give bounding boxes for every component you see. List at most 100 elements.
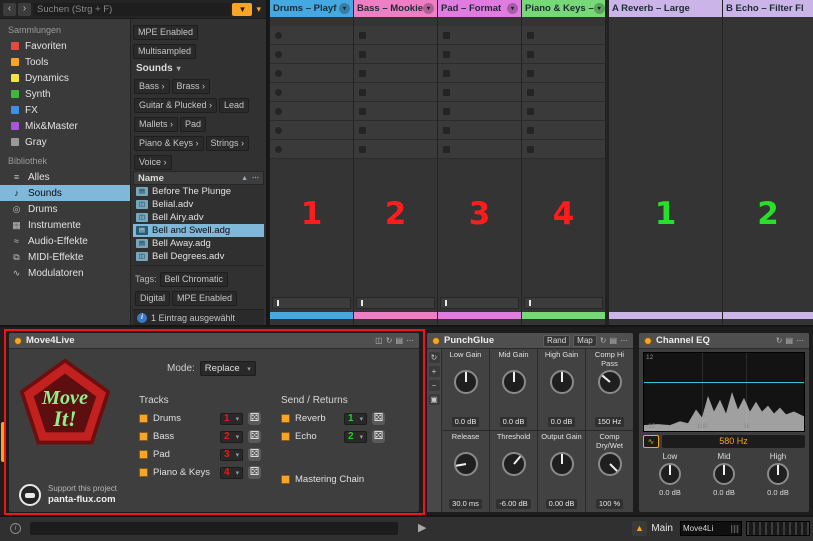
device-title-bar[interactable]: Move4Live ◫ ↻ ▤ ⋯ (9, 333, 419, 349)
filter-tag-brass[interactable]: Brass › (172, 79, 211, 94)
save-icon[interactable]: ▤ (785, 336, 793, 345)
chevron-down-icon[interactable]: ▾ (507, 3, 518, 14)
track-status-display[interactable] (524, 297, 603, 309)
clip-slot[interactable] (354, 102, 437, 121)
support-link[interactable]: panta-flux.com (48, 494, 117, 506)
clip-slot[interactable] (354, 26, 437, 45)
release-knob[interactable] (454, 452, 478, 476)
comp-dry-wet-knob[interactable] (598, 452, 622, 476)
clip-slot[interactable] (438, 83, 521, 102)
sidebar-item-modulatoren[interactable]: ∿Modulatoren (0, 265, 130, 281)
device-title-bar[interactable]: Channel EQ ↻ ▤ ⋯ (639, 333, 809, 349)
file-row[interactable]: ◫Belial.adv (133, 198, 264, 211)
sidebar-item-alles[interactable]: ≡Alles (0, 169, 130, 185)
clip-slot[interactable] (270, 26, 353, 45)
minus-icon[interactable]: − (429, 380, 440, 391)
clip-slot[interactable] (522, 26, 605, 45)
filter-toggle-mpe-enabled[interactable]: MPE Enabled (133, 25, 198, 40)
file-row[interactable]: ▤Bell Away.adg (133, 237, 264, 250)
dice-icon[interactable]: ⚄ (372, 412, 385, 425)
rand-button[interactable]: Rand (543, 335, 570, 347)
filter-funnel-button[interactable]: ▼ (232, 3, 252, 16)
controlled-device-display[interactable]: Move4Li (680, 521, 742, 536)
fold-icon[interactable]: ◫ (375, 336, 383, 345)
browser-forward-button[interactable]: › (18, 3, 31, 16)
track-number-select[interactable]: 1▾ (220, 413, 243, 425)
track-enable-checkbox[interactable] (139, 450, 148, 459)
more-icon[interactable]: ⋯ (252, 174, 259, 182)
track-status-display[interactable] (356, 297, 435, 309)
clip-slot[interactable] (522, 121, 605, 140)
track-header-piano-keys[interactable]: Piano & Keys – ▾ (522, 0, 605, 17)
tag-digital[interactable]: Digital (135, 291, 170, 306)
clip-slot[interactable] (522, 64, 605, 83)
send-number-select[interactable]: 2▾ (344, 431, 367, 443)
hotswap-icon[interactable]: ↻ (386, 336, 393, 345)
track-status-display[interactable] (440, 297, 519, 309)
eq-mid-knob[interactable] (713, 463, 735, 485)
play-icon[interactable]: ▶ (418, 521, 426, 534)
dice-icon[interactable]: ⚄ (248, 466, 261, 479)
output-gain-knob[interactable] (550, 452, 574, 476)
eq-high-knob[interactable] (767, 463, 789, 485)
dice-icon[interactable]: ⚄ (248, 448, 261, 461)
file-list-header[interactable]: Name ▲⋯ (133, 171, 264, 185)
filter-tag-lead[interactable]: Lead (219, 98, 249, 113)
filter-toggle-multisampled[interactable]: Multisampled (133, 44, 196, 59)
clip-slot[interactable] (354, 140, 437, 159)
plus-icon[interactable]: + (429, 366, 440, 377)
file-row[interactable]: ◫Bell Degrees.adv (133, 250, 264, 263)
sidebar-item-gray[interactable]: Gray (0, 134, 130, 150)
threshold-knob[interactable] (502, 452, 526, 476)
clip-slot[interactable] (522, 45, 605, 64)
return-header-echo[interactable]: B Echo – Filter Fl (723, 0, 813, 17)
track-number-select[interactable]: 3▾ (220, 449, 243, 461)
high-gain-knob[interactable] (550, 370, 574, 394)
device-title-bar[interactable]: PunchGlue Rand Map ↻ ▤ ⋯ (427, 333, 633, 349)
warning-triangle-button[interactable]: ▲ (632, 521, 647, 536)
mid-gain-knob[interactable] (502, 370, 526, 394)
browser-back-button[interactable]: ‹ (3, 3, 16, 16)
filter-category-row[interactable]: Sounds ▾ (133, 60, 264, 76)
chevron-down-icon[interactable]: ▾ (594, 3, 605, 14)
filter-tag-bass[interactable]: Bass › (134, 79, 170, 94)
track-enable-checkbox[interactable] (139, 414, 148, 423)
dice-icon[interactable]: ⚄ (248, 430, 261, 443)
clip-slot[interactable] (270, 140, 353, 159)
clip-slot[interactable] (354, 121, 437, 140)
chevron-down-icon[interactable]: ▾ (423, 3, 434, 14)
clip-slot[interactable] (270, 45, 353, 64)
low-gain-knob[interactable] (454, 370, 478, 394)
clip-slot[interactable] (270, 121, 353, 140)
save-icon[interactable]: ▤ (395, 336, 403, 345)
device-view-handle[interactable] (1, 422, 5, 462)
send-number-select[interactable]: 1▾ (344, 413, 367, 425)
more-icon[interactable]: ⋯ (406, 336, 414, 345)
track-header-bass[interactable]: Bass – Mookie ▾ (354, 0, 437, 17)
track-enable-checkbox[interactable] (139, 468, 148, 477)
clip-slot[interactable] (438, 26, 521, 45)
filter-tag-piano-keys[interactable]: Piano & Keys › (134, 136, 204, 151)
hotswap-icon[interactable]: ↻ (600, 336, 607, 345)
clip-slot[interactable] (354, 64, 437, 83)
track-number-select[interactable]: 4▾ (220, 467, 243, 479)
filter-menu-caret-icon[interactable]: ▾ (254, 4, 263, 15)
map-button[interactable]: Map (573, 335, 597, 347)
dice-icon[interactable]: ⚄ (372, 430, 385, 443)
device-activator-toggle[interactable] (644, 337, 652, 345)
filter-tag-guitar-plucked[interactable]: Guitar & Plucked › (134, 98, 217, 113)
sidebar-item-drums[interactable]: ◎Drums (0, 201, 130, 217)
sidebar-item-dynamics[interactable]: Dynamics (0, 70, 130, 86)
clip-slot[interactable] (354, 45, 437, 64)
filter-tag-strings[interactable]: Strings › (206, 136, 250, 151)
clip-slot[interactable] (438, 140, 521, 159)
eq-spectrum-display[interactable]: 12 -12 100 1k (643, 352, 805, 432)
clip-slot[interactable] (438, 64, 521, 83)
sidebar-item-sounds[interactable]: ♪Sounds (0, 185, 130, 201)
clip-slot[interactable] (522, 140, 605, 159)
file-row-selected[interactable]: ▤Bell and Swell.adg (133, 224, 264, 237)
sidebar-item-synth[interactable]: Synth (0, 86, 130, 102)
sidebar-item-favoriten[interactable]: Favoriten (0, 38, 130, 54)
file-row[interactable]: ◫Bell Airy.adv (133, 211, 264, 224)
more-icon[interactable]: ⋯ (620, 336, 628, 345)
